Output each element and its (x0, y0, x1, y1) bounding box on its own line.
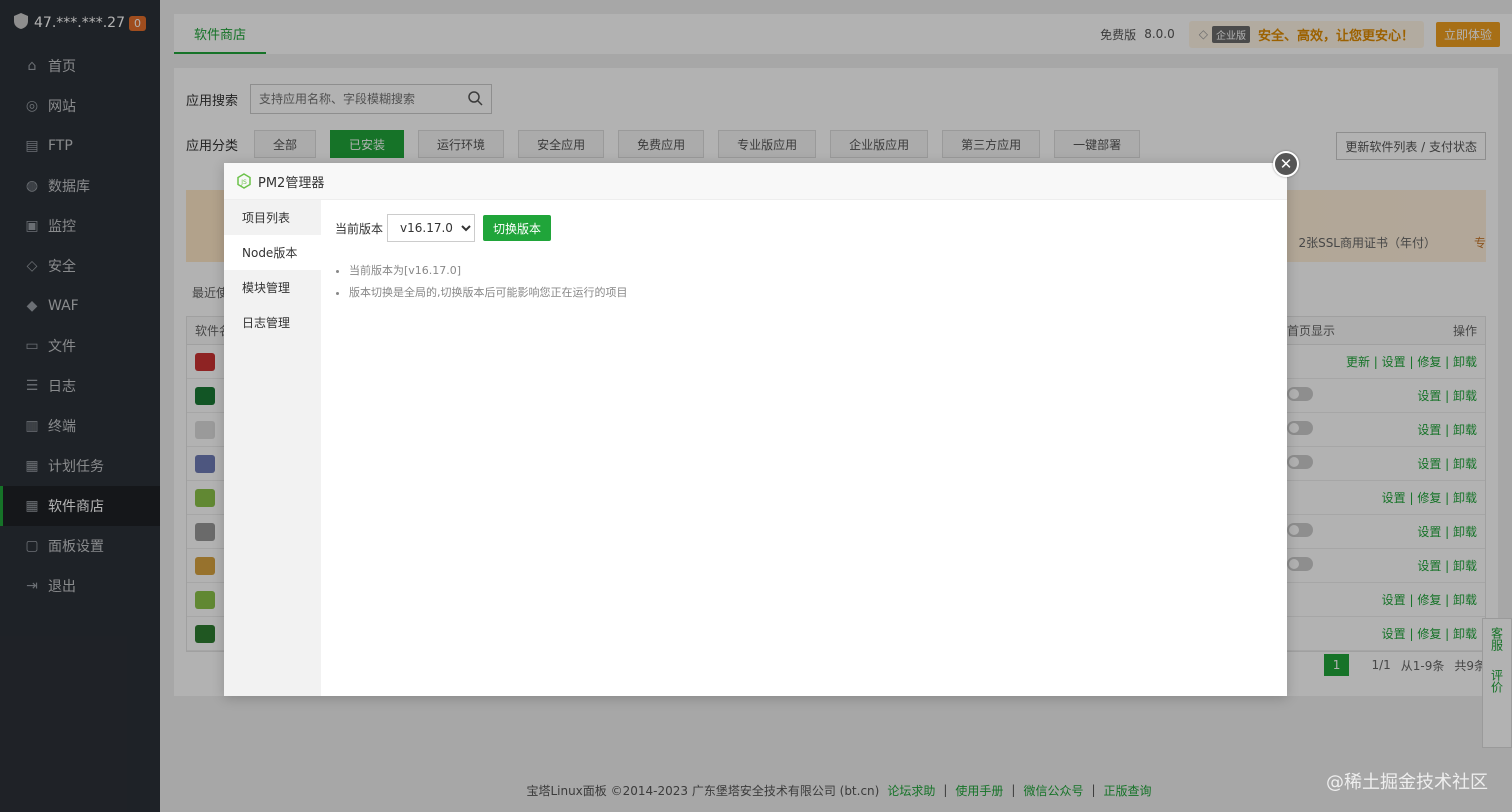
pm2-manager-modal: JS PM2管理器 ✕ 项目列表 Node版本 模块管理 日志管理 当前版本 v… (224, 151, 1299, 696)
svg-text:JS: JS (240, 179, 247, 186)
note-current-version: 当前版本为[v16.17.0] (349, 260, 1273, 282)
version-row: 当前版本 v16.17.0 切换版本 (335, 214, 1273, 242)
node-version-select[interactable]: v16.17.0 (387, 214, 476, 242)
note-global-warning: 版本切换是全局的,切换版本后可能影响您正在运行的项目 (349, 282, 1273, 304)
tab-node-version[interactable]: Node版本 (224, 235, 321, 270)
tab-module-management[interactable]: 模块管理 (224, 270, 321, 305)
nodejs-icon: JS (236, 173, 252, 189)
close-icon[interactable]: ✕ (1273, 151, 1299, 177)
watermark: @稀土掘金技术社区 (1326, 772, 1488, 793)
version-notes: 当前版本为[v16.17.0] 版本切换是全局的,切换版本后可能影响您正在运行的… (335, 260, 1273, 304)
tab-log-management[interactable]: 日志管理 (224, 305, 321, 340)
current-version-label: 当前版本 (335, 221, 384, 236)
switch-version-button[interactable]: 切换版本 (483, 215, 552, 241)
modal-nav: 项目列表 Node版本 模块管理 日志管理 (224, 200, 321, 696)
modal-body: 当前版本 v16.17.0 切换版本 当前版本为[v16.17.0] 版本切换是… (321, 200, 1287, 696)
tab-project-list[interactable]: 项目列表 (224, 200, 321, 235)
modal-title: PM2管理器 (258, 175, 325, 191)
modal-header: JS PM2管理器 (224, 163, 1287, 200)
